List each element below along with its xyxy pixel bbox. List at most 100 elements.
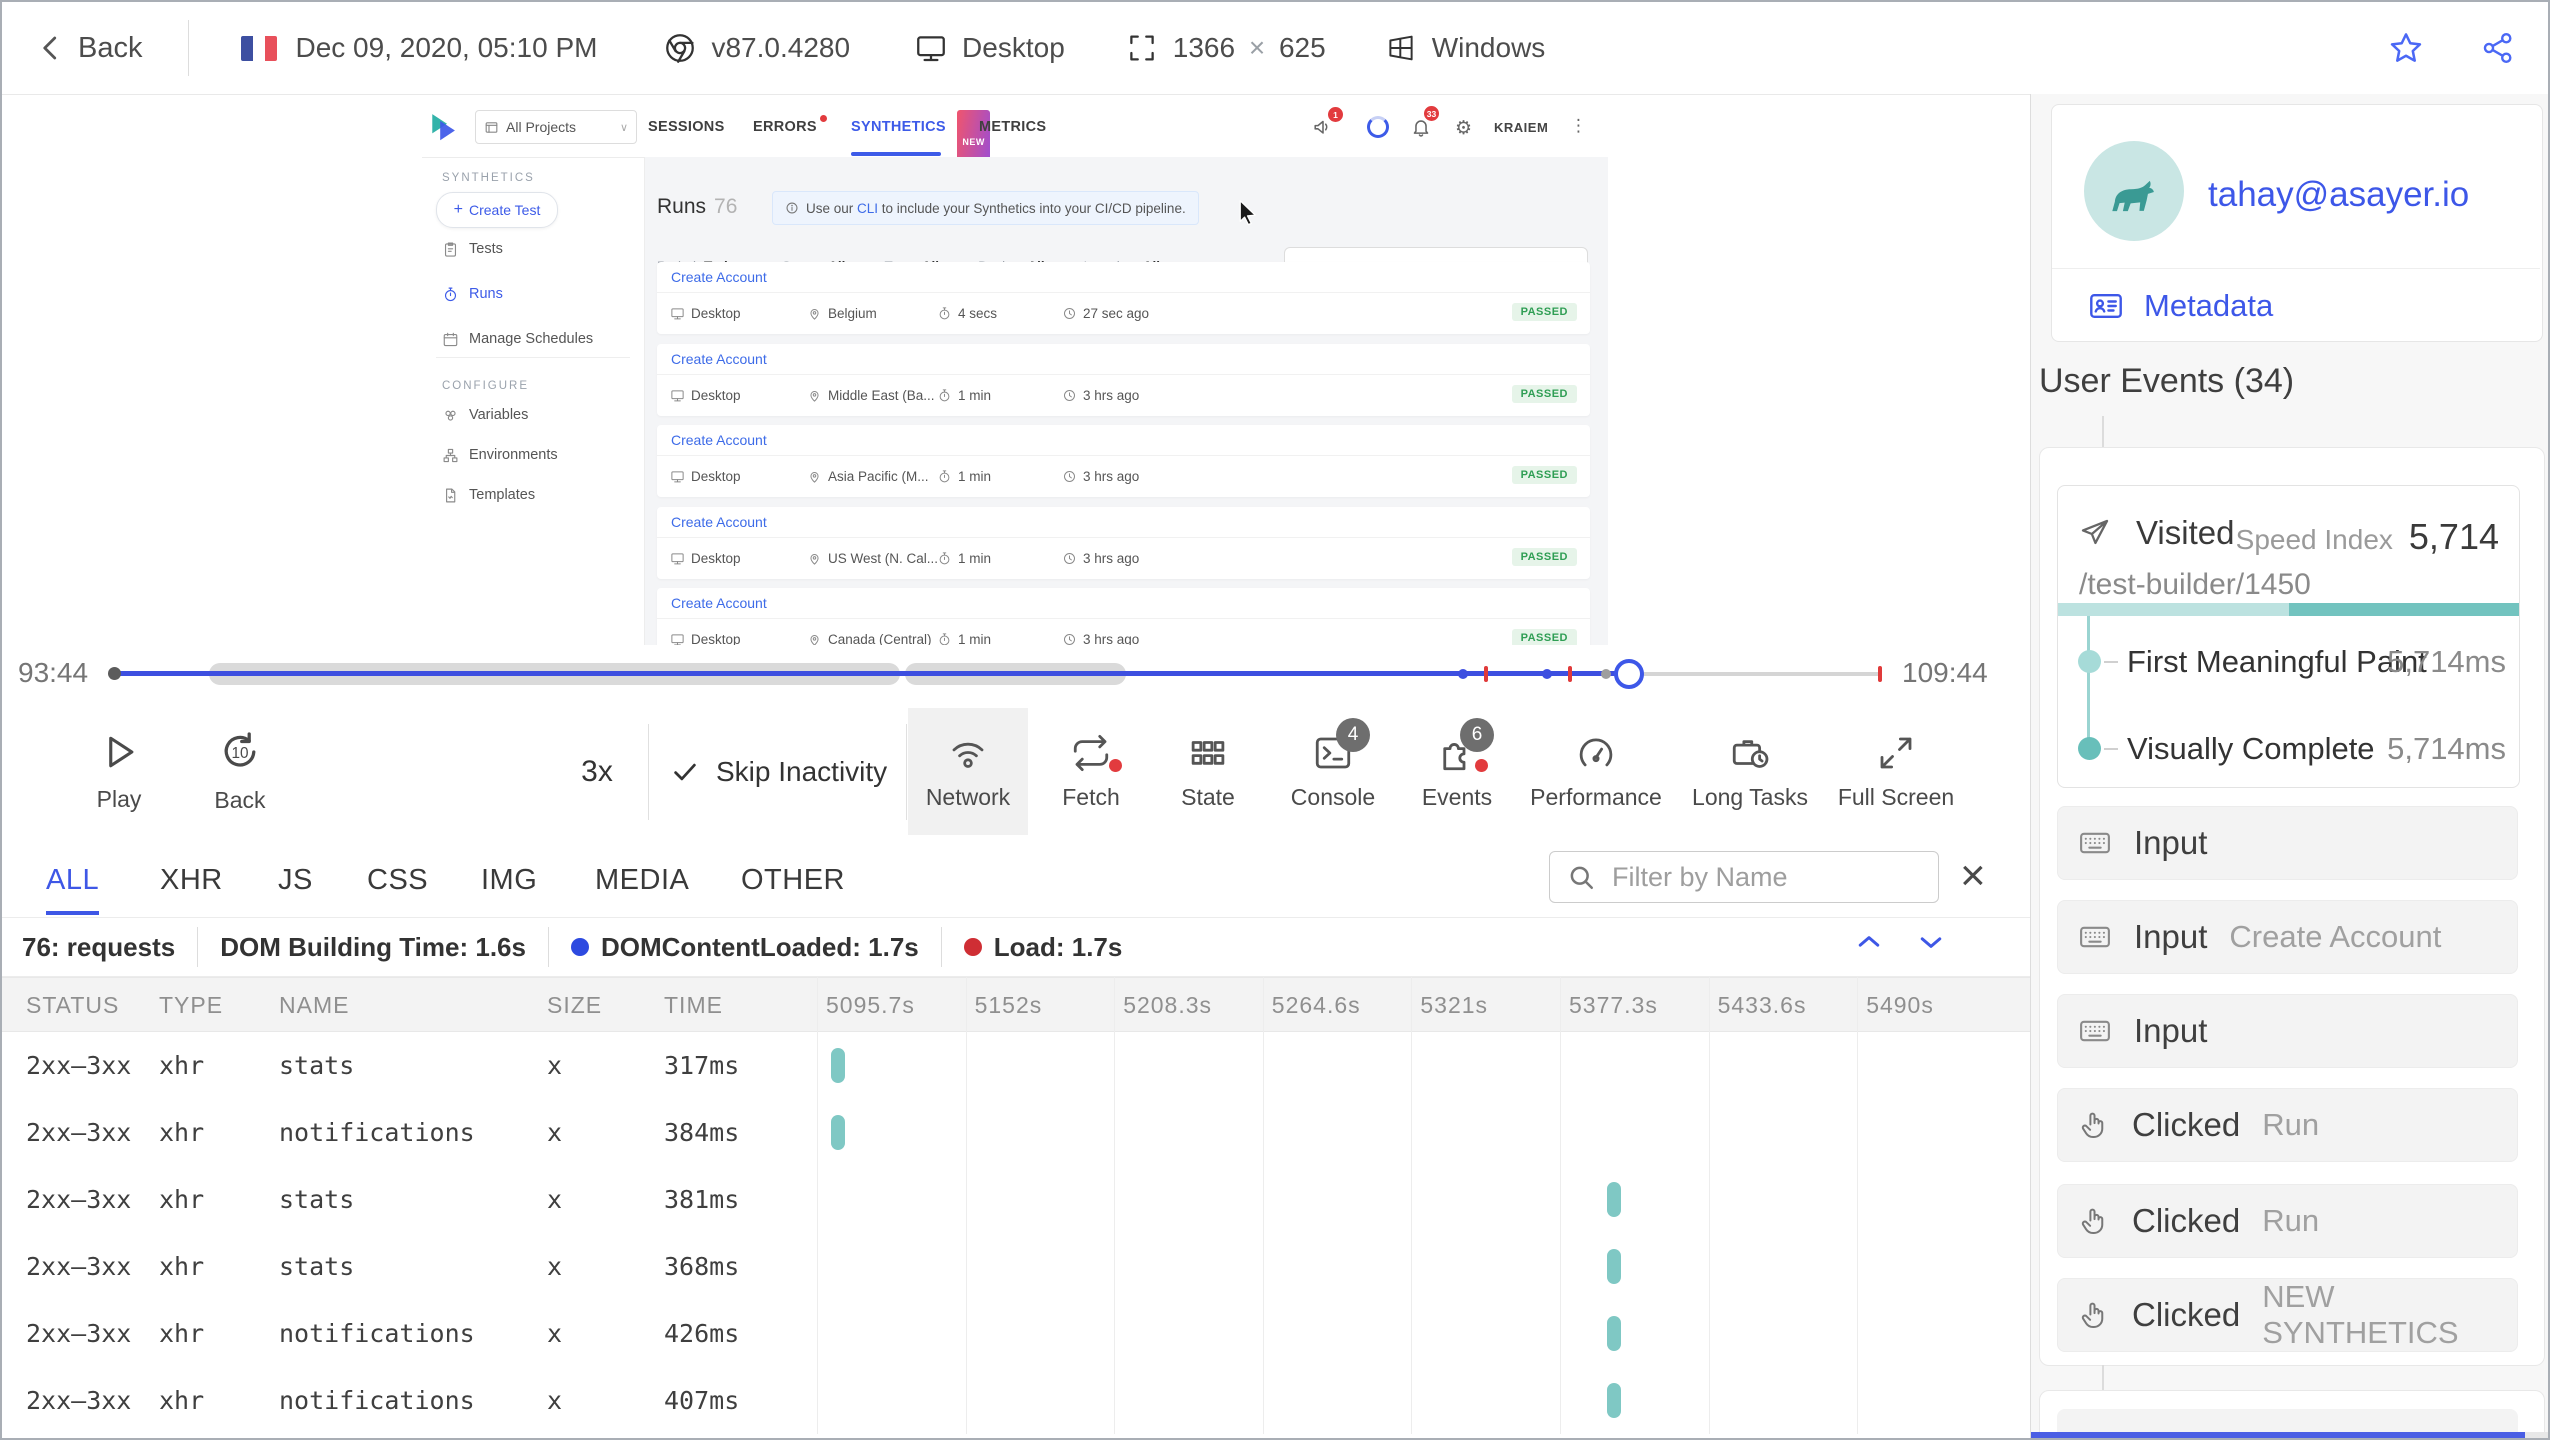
request-row[interactable]: 2xx–3xx xhr notifications x 407ms [2,1367,2030,1434]
request-timing-pill [1607,1182,1621,1217]
request-row[interactable]: 2xx–3xx xhr notifications x 426ms [2,1300,2030,1367]
app-sidebar-item-environments: Environments [442,440,558,470]
timeline-total-time: 109:44 [1902,657,1988,688]
network-panel: ALL XHR JS CSS IMG MEDIA OTHER × 76: requests … [2,835,2030,1438]
events-group-card: Visited Speed Index 5,714 /test-builder/… [2039,447,2545,1366]
skip-inactivity-toggle[interactable]: Skip Inactivity [670,708,887,835]
hexes-icon [442,407,459,424]
alert-dot [1475,759,1488,772]
timeline-start-dot [108,667,121,680]
visited-metric: Visually Complete 5,714ms [2058,728,2519,768]
panel-network-button[interactable]: Network [908,708,1028,835]
request-row[interactable]: 2xx–3xx xhr stats x 317ms [2,1032,2030,1099]
panel-console-button[interactable]: 4 Console [1273,708,1393,835]
monitor-icon [670,551,685,566]
timeline-current-time: 93:44 [18,657,89,688]
chevron-down-icon[interactable] [1916,927,1946,957]
panel-fetch-button[interactable]: Fetch [1031,708,1151,835]
run-card: Create Account Desktop Belgium 4 secs 27 sec… [657,262,1590,334]
column-header: TYPE [159,992,224,1018]
notification-badge: 33 [1424,106,1439,121]
stopwatch-icon [937,551,952,566]
alert-dot [1109,759,1122,772]
dom-building-time: DOM Building Time: 1.6s [220,931,526,962]
network-tab-xhr[interactable]: XHR [160,849,223,911]
load-time: Load: 1.7s [993,931,1123,962]
app-sidebar-item-variables: Variables [442,400,528,430]
user-event-click[interactable]: Clicked Run [2057,1088,2518,1162]
window-icon [484,120,499,135]
pin-icon [807,469,822,484]
app-sidebar-item-templates: Templates [442,480,535,510]
chevron-up-icon[interactable] [1854,927,1884,957]
pin-icon [807,551,822,566]
run-card: Create Account Desktop US West (N. Cal... 1… [657,507,1590,579]
visited-event-card[interactable]: Visited Speed Index 5,714 /test-builder/… [2057,485,2520,788]
scrollbar-thumb[interactable] [2031,1432,2525,1438]
gauge-icon [1575,732,1617,774]
app-tab-errors: ERRORS [753,97,827,157]
clock-icon [1062,306,1077,321]
monitor-icon [670,632,685,645]
pin-icon [807,388,822,403]
pointer-hand-icon [2078,1205,2110,1237]
network-tab-css[interactable]: CSS [367,849,428,911]
timeline-playhead[interactable] [1613,659,1644,689]
session-replay-window: Back Dec 09, 2020, 05:10 PM v87.0.4280 D… [0,0,2550,1440]
visited-url: /test-builder/1450 [2079,568,2311,601]
pointer-hand-icon [2078,1109,2110,1141]
network-tab-other[interactable]: OTHER [741,849,845,911]
user-event-input[interactable]: Input [2057,806,2518,880]
event-connector [2102,416,2104,447]
column-header: NAME [279,992,350,1018]
request-row[interactable]: 2xx–3xx xhr stats x 368ms [2,1233,2030,1300]
fullscreen-icon [1875,732,1917,774]
panel-performance-button[interactable]: Performance [1530,708,1662,835]
panel-long-tasks-button[interactable]: Long Tasks [1690,708,1810,835]
stopwatch-icon [937,306,952,321]
timeline-track[interactable] [108,647,1883,701]
user-event-click[interactable]: Clicked Run [2057,1184,2518,1258]
network-tab-js[interactable]: JS [278,849,313,911]
request-timing-pill [831,1048,845,1083]
network-tab-media[interactable]: MEDIA [595,849,689,911]
divider [648,724,649,820]
resolution-brackets-icon [1125,31,1159,65]
panel-state-button[interactable]: State [1148,708,1268,835]
chrome-icon [663,31,697,65]
request-row[interactable]: 2xx–3xx xhr notifications x 384ms [2,1099,2030,1166]
request-row[interactable]: 2xx–3xx xhr stats x 381ms [2,1166,2030,1233]
speed-progress-bar [2058,603,2519,616]
divider [940,927,942,967]
panel-events-button[interactable]: 6 Events [1397,708,1517,835]
filter-input[interactable] [1610,860,1914,894]
replay-viewport: All Projects ∨ SESSIONS ERRORS SYNTHETICS N… [422,97,1608,645]
playback-speed-button[interactable]: 3x [562,708,632,835]
close-panel-icon[interactable]: × [1960,849,1986,903]
user-event-input[interactable]: Input Create Account [2057,900,2518,974]
back-10s-button[interactable]: 10 Back [180,708,300,835]
time-column-header: 5321s [1420,992,1489,1018]
divider [547,927,549,967]
status-badge: PASSED [1511,303,1577,321]
user-event-input[interactable]: Input [2057,994,2518,1068]
network-tab-all[interactable]: ALL [46,849,100,915]
metadata-link[interactable]: Metadata [2088,288,2273,324]
back-button[interactable]: Back [78,32,142,65]
metric-dot [2078,737,2101,760]
favorite-star-icon[interactable] [2387,29,2425,67]
panel-full-screen-button[interactable]: Full Screen [1836,708,1956,835]
briefcase-icon [1729,732,1771,774]
network-tab-img[interactable]: IMG [481,849,537,911]
kebab-menu-icon: ⋮ [1570,116,1587,136]
play-button[interactable]: Play [59,708,179,835]
filter-input-box[interactable] [1549,851,1939,903]
request-timing-pill [1607,1316,1621,1351]
user-event-click[interactable]: Clicked NEW SYNTHETICS [2057,1278,2518,1352]
grid-icon [1187,732,1229,774]
run-name-link: Create Account [671,432,767,448]
file-icon [442,487,459,504]
status-badge: PASSED [1511,466,1577,484]
wifi-icon [947,732,989,774]
share-icon[interactable] [2480,30,2516,66]
